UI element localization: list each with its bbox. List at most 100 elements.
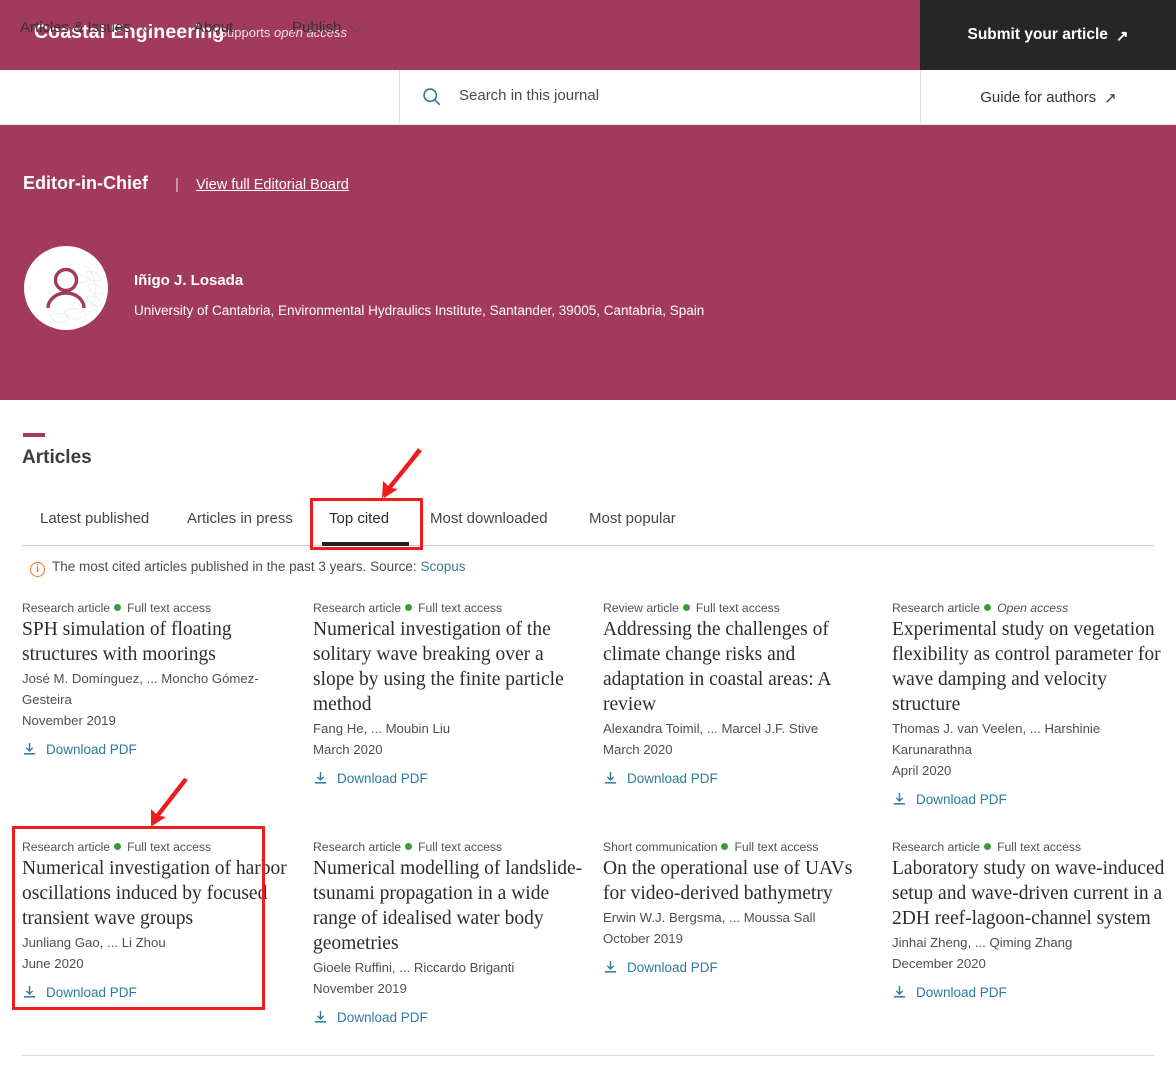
article-authors: Thomas J. van Veelen, ... Harshinie Karu… [892,718,1168,760]
download-icon [313,771,328,786]
article-card: Research article Full text access Laborato… [892,840,1168,1000]
top-cited-info-text: The most cited articles published in the… [52,559,420,574]
user-avatar-icon [24,246,108,330]
article-card: Short communicationFull text accessOn th… [603,840,879,975]
article-title-link[interactable]: Numerical modelling of landslide-tsunami… [313,856,589,956]
article-card: Research articleFull text accessNumerica… [313,840,589,1025]
access-status-dot-icon [114,843,121,850]
section-accent-dash [23,433,45,437]
article-title-link[interactable]: Experimental study on vegetation flexibi… [892,617,1168,717]
submit-your-article-label: Submit your article ↗ [920,0,1176,70]
tab-articles-in-press[interactable]: Articles in press [187,510,293,540]
download-pdf-button[interactable]: Download PDF [603,771,879,786]
access-status-badge: Full text access [997,840,1081,854]
download-icon [892,985,907,1000]
external-link-arrow-icon: ↗ [1116,29,1129,44]
search-input[interactable]: Search in this journal [400,70,920,124]
article-date: April 2020 [892,760,1168,781]
article-title-link[interactable]: Numerical investigation of harbor oscill… [22,856,298,931]
download-pdf-label: Download PDF [337,771,428,786]
article-authors: Jinhai Zheng, ... Qiming Zhang [892,932,1168,953]
nav-item-articles-issues[interactable]: Articles & Issues [20,0,150,54]
download-pdf-button[interactable]: Download PDF [603,960,879,975]
article-card: Research article Full text access Numerica… [313,601,589,786]
tab-most-downloaded[interactable]: Most downloaded [430,510,548,540]
article-type-label: Research article [892,840,980,854]
tab-active-indicator [322,542,409,546]
article-authors: Junliang Gao, ... Li Zhou [22,932,298,953]
download-pdf-label: Download PDF [46,742,137,757]
nav-item-about-label: About [194,19,233,36]
scopus-link[interactable]: Scopus [420,559,465,574]
download-pdf-label: Download PDF [337,1010,428,1025]
article-date: November 2019 [313,978,589,999]
nav-item-articles-issues-label: Articles & Issues [20,19,131,36]
article-meta: Research articleFull text access [22,840,298,854]
download-pdf-button[interactable]: Download PDF [313,1010,589,1025]
article-card: Review article Full text access Addressing… [603,601,879,786]
access-status-badge: Full text access [127,601,211,615]
tabs-bottom-rule [22,545,1154,546]
article-meta: Research article Full text access [22,601,298,615]
article-meta: Research article Full text access [313,601,589,615]
tab-top-cited[interactable]: Top cited [329,510,389,540]
article-card: Research article Open access Experimental … [892,601,1168,807]
article-title-link[interactable]: Addressing the challenges of climate cha… [603,617,879,717]
article-authors: José M. Domínguez, ... Moncho Gómez-Gest… [22,668,298,710]
download-pdf-button[interactable]: Download PDF [892,985,1168,1000]
access-status-badge: Open access [997,601,1068,615]
view-full-editorial-board-link[interactable]: View full Editorial Board [196,177,349,193]
tab-most-popular[interactable]: Most popular [589,510,676,540]
article-type-label: Short communication [603,840,717,854]
nav-item-publish[interactable]: Publish [292,0,360,54]
article-authors: Alexandra Toimil, ... Marcel J.F. Stive [603,718,879,739]
article-title-link[interactable]: Numerical investigation of the solitary … [313,617,589,717]
article-title-link[interactable]: SPH simulation of floating structures wi… [22,617,298,667]
nav-item-about[interactable]: About [194,0,252,54]
article-date: June 2020 [22,953,298,974]
article-type-label: Review article [603,601,679,615]
editor-in-chief-heading: Editor-in-Chief [23,173,148,194]
article-title-link[interactable]: Laboratory study on wave-induced setup a… [892,856,1168,931]
article-authors: Gioele Ruffini, ... Riccardo Briganti [313,957,589,978]
article-authors: Erwin W.J. Bergsma, ... Moussa Sall [603,907,879,928]
nav-item-publish-label: Publish [292,19,341,36]
submit-your-article-text: Submit your article [968,26,1108,44]
download-pdf-button[interactable]: Download PDF [313,771,589,786]
guide-for-authors-link[interactable]: Guide for authors ↗ [921,70,1176,124]
article-title-link[interactable]: On the operational use of UAVs for video… [603,856,879,906]
access-status-dot-icon [721,843,728,850]
article-date: October 2019 [603,928,879,949]
article-type-label: Research article [892,601,980,615]
tab-latest-published[interactable]: Latest published [40,510,149,540]
download-icon [22,985,37,1000]
article-authors: Fang He, ... Moubin Liu [313,718,589,739]
annotation-arrow-to-highlighted-article [142,778,192,828]
article-meta: Research article Full text access [892,840,1168,854]
access-status-dot-icon [405,843,412,850]
download-pdf-button[interactable]: Download PDF [892,792,1168,807]
article-date: March 2020 [313,739,589,760]
external-link-arrow-icon: ↗ [1104,91,1117,106]
article-meta: Review article Full text access [603,601,879,615]
article-type-label: Research article [22,601,110,615]
submit-your-article-button[interactable]: Submit your article ↗ [920,0,1176,70]
editor-affiliation: University of Cantabria, Environmental H… [134,303,704,318]
download-icon [603,771,618,786]
annotation-arrow-to-top-cited-tab [368,448,426,502]
download-pdf-label: Download PDF [627,771,718,786]
access-status-dot-icon [683,604,690,611]
access-status-badge: Full text access [696,601,780,615]
download-pdf-button[interactable]: Download PDF [22,742,298,757]
search-icon [421,86,442,107]
editor-name: Iñigo J. Losada [134,272,243,289]
section-bottom-rule [22,1055,1154,1056]
download-pdf-button[interactable]: Download PDF [22,985,298,1000]
article-type-label: Research article [313,601,401,615]
article-date: December 2020 [892,953,1168,974]
top-cited-info-note: iThe most cited articles published in th… [30,559,465,576]
access-status-badge: Full text access [127,840,211,854]
search-placeholder-text: Search in this journal [459,87,599,104]
access-status-badge: Full text access [418,601,502,615]
access-status-dot-icon [984,604,991,611]
